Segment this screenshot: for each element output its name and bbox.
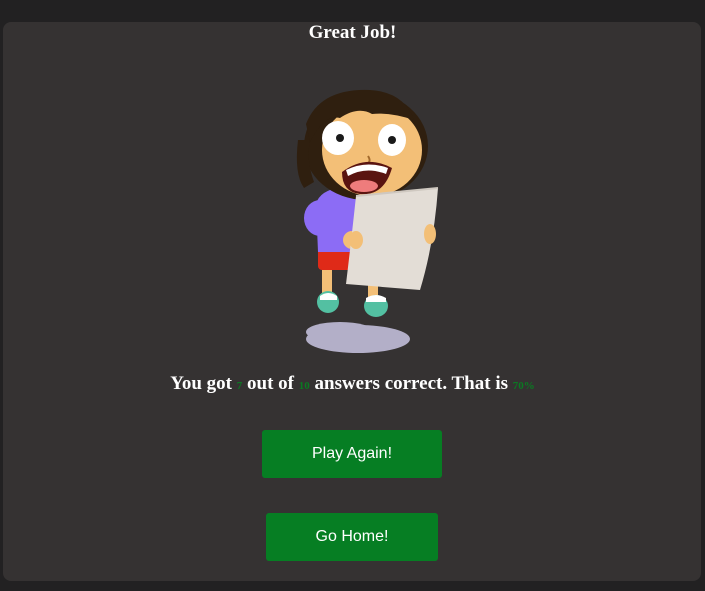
result-title: Great Job! <box>308 22 397 43</box>
score-text-prefix: You got <box>170 373 233 394</box>
score-percentage: 70% <box>512 380 535 392</box>
shocked-girl-illustration <box>296 89 439 353</box>
score-text-mid: out of <box>247 373 294 394</box>
total-count: 10 <box>298 380 310 392</box>
go-home-button[interactable]: Go Home! <box>266 513 438 561</box>
play-again-button[interactable]: Play Again! <box>262 430 442 478</box>
score-text-suffix: answers correct. That is <box>314 373 509 394</box>
correct-count: 7 <box>236 380 243 392</box>
score-summary: You got 7 out of 10 answers correct. Tha… <box>0 370 705 400</box>
top-bar <box>0 0 705 16</box>
